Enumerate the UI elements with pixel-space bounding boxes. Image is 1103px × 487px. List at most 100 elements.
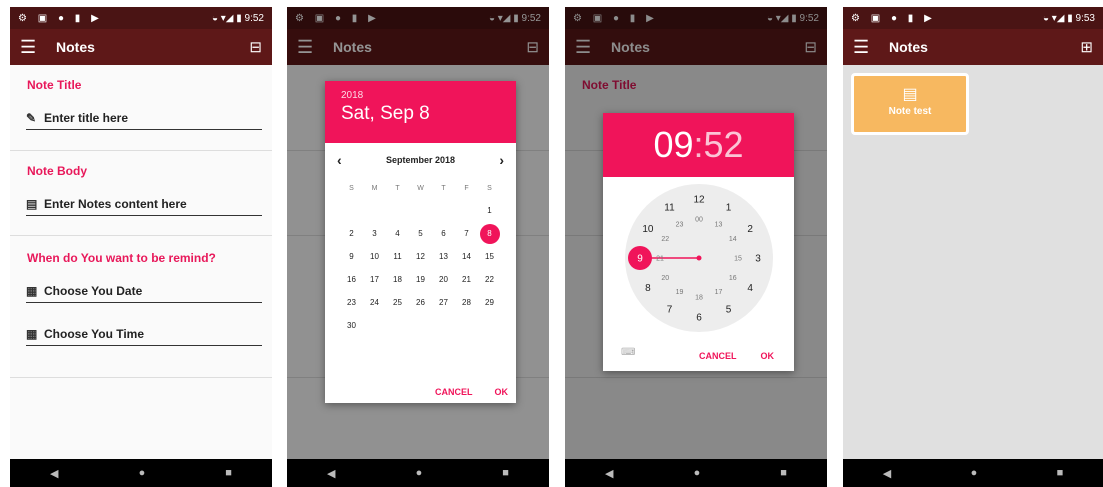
calendar-day[interactable]: 13 bbox=[432, 245, 455, 268]
date-label: Choose You Date bbox=[44, 284, 143, 298]
clock-hour[interactable]: 3 bbox=[755, 254, 761, 265]
clock-hour-24[interactable]: 00 bbox=[695, 216, 703, 223]
clock-hour[interactable]: 11 bbox=[664, 202, 675, 213]
home-icon[interactable]: ● bbox=[971, 467, 978, 479]
divider bbox=[10, 377, 272, 378]
clock-hour[interactable]: 10 bbox=[642, 224, 654, 235]
back-icon[interactable]: ◀ bbox=[883, 467, 891, 480]
calendar-day[interactable]: 26 bbox=[409, 291, 432, 314]
back-icon[interactable]: ◀ bbox=[327, 467, 335, 480]
calendar-day[interactable]: 18 bbox=[386, 268, 409, 291]
calendar-day[interactable]: 10 bbox=[363, 245, 386, 268]
calendar-day[interactable]: 15 bbox=[478, 245, 501, 268]
clock-hour-24[interactable]: 13 bbox=[715, 222, 723, 229]
ok-button[interactable]: OK bbox=[495, 387, 509, 397]
clock-hour[interactable]: 9 bbox=[637, 254, 643, 265]
calendar-day[interactable]: 3 bbox=[363, 222, 386, 245]
clock-hour[interactable]: 1 bbox=[726, 202, 732, 213]
body-placeholder: Enter Notes content here bbox=[44, 197, 187, 211]
clock-hour[interactable]: 12 bbox=[693, 195, 705, 206]
menu-icon[interactable]: ☰ bbox=[20, 37, 48, 58]
selected-day[interactable]: 8 bbox=[479, 223, 500, 244]
home-icon[interactable]: ● bbox=[416, 467, 423, 479]
selected-date[interactable]: Sat, Sep 8 bbox=[341, 103, 500, 125]
calendar-day[interactable]: 27 bbox=[432, 291, 455, 314]
clock-hour[interactable]: 7 bbox=[667, 305, 673, 316]
clock-hour[interactable]: 4 bbox=[747, 283, 753, 294]
clock-hour[interactable]: 5 bbox=[726, 305, 732, 316]
save-icon[interactable]: ⊟ bbox=[249, 38, 262, 56]
calendar-day[interactable]: 24 bbox=[363, 291, 386, 314]
calendar-day[interactable]: 17 bbox=[363, 268, 386, 291]
note-form: Note Title ✎ Enter title here Note Body … bbox=[10, 65, 272, 459]
calendar-day[interactable]: 19 bbox=[409, 268, 432, 291]
title-field[interactable]: ✎ Enter title here bbox=[26, 107, 262, 130]
calendar-day[interactable]: 11 bbox=[386, 245, 409, 268]
calendar-empty bbox=[409, 199, 432, 222]
calendar-day[interactable]: 4 bbox=[386, 222, 409, 245]
clock-hour-24[interactable]: 20 bbox=[661, 275, 669, 282]
calendar-day[interactable]: 12 bbox=[409, 245, 432, 268]
back-icon[interactable]: ◀ bbox=[50, 467, 58, 480]
clock-hour-24[interactable]: 22 bbox=[661, 236, 669, 243]
calendar-day[interactable]: 5 bbox=[409, 222, 432, 245]
time-field[interactable]: ▦ Choose You Time bbox=[26, 323, 262, 346]
calendar-day[interactable]: 21 bbox=[455, 268, 478, 291]
clock-hour[interactable]: 2 bbox=[747, 224, 753, 235]
note-card[interactable]: ▤ Note test bbox=[851, 73, 969, 135]
calendar-day[interactable]: 22 bbox=[478, 268, 501, 291]
clock-hour-24[interactable]: 14 bbox=[729, 236, 737, 243]
calendar-day[interactable]: 20 bbox=[432, 268, 455, 291]
chevron-right-icon[interactable]: › bbox=[499, 152, 504, 168]
calendar-day[interactable]: 8 bbox=[478, 222, 501, 245]
recents-icon[interactable]: ■ bbox=[502, 467, 509, 479]
clock-dial[interactable]: 121234567891011001314151617181920212223 bbox=[625, 184, 773, 332]
cancel-button[interactable]: CANCEL bbox=[435, 387, 473, 397]
calendar-day[interactable]: 7 bbox=[455, 222, 478, 245]
calendar-day[interactable]: 14 bbox=[455, 245, 478, 268]
note-edit-icon: ▤ bbox=[26, 197, 38, 211]
add-note-icon[interactable]: ⊞ bbox=[1080, 38, 1093, 56]
status-icons: ⚙ ▣ ● ▮ ▶ bbox=[18, 12, 103, 24]
calendar-day[interactable]: 2 bbox=[340, 222, 363, 245]
clock-hour-24[interactable]: 17 bbox=[715, 289, 723, 296]
menu-icon[interactable]: ☰ bbox=[853, 37, 881, 58]
home-icon[interactable]: ● bbox=[139, 467, 146, 479]
calendar-day[interactable]: 9 bbox=[340, 245, 363, 268]
chevron-left-icon[interactable]: ‹ bbox=[337, 152, 342, 168]
clock-hour-24[interactable]: 16 bbox=[729, 275, 737, 282]
clock-hour[interactable]: 8 bbox=[645, 283, 651, 294]
recents-icon[interactable]: ■ bbox=[225, 467, 232, 479]
keyboard-icon[interactable]: ⌨ bbox=[621, 347, 635, 358]
back-icon[interactable]: ◀ bbox=[605, 467, 613, 480]
date-field[interactable]: ▦ Choose You Date bbox=[26, 280, 262, 303]
clock-hour-24[interactable]: 19 bbox=[676, 289, 684, 296]
cancel-button[interactable]: CANCEL bbox=[699, 351, 737, 361]
calendar-day[interactable]: 30 bbox=[340, 314, 363, 337]
body-field[interactable]: ▤ Enter Notes content here bbox=[26, 193, 262, 216]
ok-button[interactable]: OK bbox=[761, 351, 775, 361]
minute-display[interactable]: 52 bbox=[704, 124, 744, 166]
calendar-day[interactable]: 29 bbox=[478, 291, 501, 314]
clock-hour-24[interactable]: 15 bbox=[734, 255, 742, 262]
calendar-day[interactable]: 28 bbox=[455, 291, 478, 314]
clock-hour-24[interactable]: 18 bbox=[695, 294, 703, 301]
clock-hour-24[interactable]: 21 bbox=[656, 255, 664, 262]
hour-display[interactable]: 09 bbox=[653, 124, 693, 166]
clock-face[interactable]: 12 1 2 3 4 5 6 7 8 9 10 11 00 13 14 15 16 17 18 19 20 21 22 23 bbox=[625, 184, 773, 332]
recents-icon[interactable]: ■ bbox=[1057, 467, 1064, 479]
calendar-day[interactable]: 23 bbox=[340, 291, 363, 314]
nav-bar: ◀ ● ■ bbox=[10, 459, 272, 487]
app-title: Notes bbox=[56, 39, 95, 55]
selected-year[interactable]: 2018 bbox=[341, 90, 500, 101]
recents-icon[interactable]: ■ bbox=[780, 467, 787, 479]
clock-hour[interactable]: 6 bbox=[696, 313, 702, 324]
weekday-header: F bbox=[464, 184, 469, 192]
home-icon[interactable]: ● bbox=[694, 467, 701, 479]
calendar-day[interactable]: 16 bbox=[340, 268, 363, 291]
calendar-day[interactable]: 6 bbox=[432, 222, 455, 245]
clock-hour-24[interactable]: 23 bbox=[676, 222, 684, 229]
calendar-day[interactable]: 25 bbox=[386, 291, 409, 314]
calendar-empty bbox=[409, 314, 432, 337]
calendar-day[interactable]: 1 bbox=[478, 199, 501, 222]
